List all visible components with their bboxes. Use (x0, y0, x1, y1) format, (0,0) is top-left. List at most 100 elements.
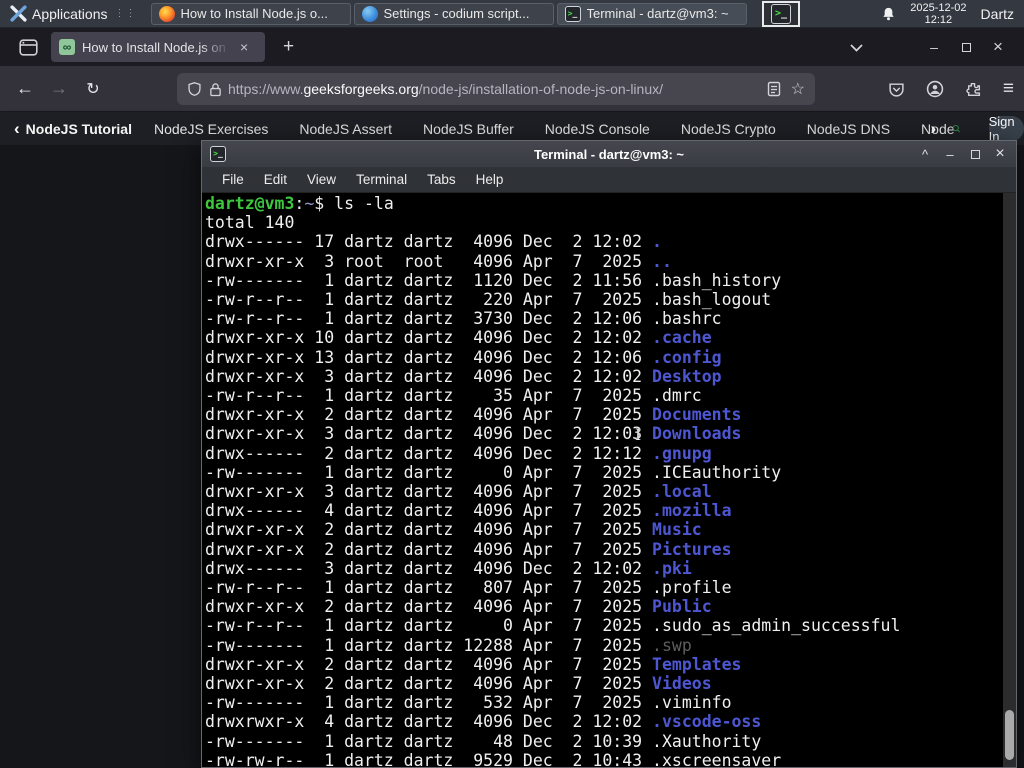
ls-row: drwx------ 2 dartz dartz 4096 Dec 2 12:1… (205, 443, 712, 463)
ls-filename: Documents (652, 405, 742, 425)
prompt-cwd: ~ (304, 194, 315, 213)
codium-icon (361, 5, 378, 22)
ls-filename: .viminfo (652, 693, 732, 713)
ls-row: drwxr-xr-x 2 dartz dartz 4096 Apr 7 2025… (205, 597, 712, 617)
firefox-icon (158, 5, 175, 22)
terminal-output[interactable]: dartz@vm3:~$ ls -la total 140 drwx------… (202, 193, 1016, 767)
tracking-shield-icon[interactable] (187, 81, 202, 97)
url-text: https://www.geeksforgeeks.org/node-js/in… (228, 81, 663, 97)
terminal-icon: >_ (564, 5, 581, 22)
clock-date: 2025-12-02 (910, 1, 967, 14)
ls-filename: .mozilla (652, 501, 732, 521)
maximize-button[interactable] (950, 39, 982, 55)
menu-help[interactable]: Help (466, 172, 514, 187)
ls-filename: Public (652, 597, 712, 617)
close-button[interactable]: × (992, 145, 1008, 163)
minimize-button[interactable]: – (918, 39, 950, 55)
ls-row: drwxr-xr-x 3 dartz dartz 4096 Dec 2 12:0… (205, 366, 722, 386)
reader-view-icon[interactable] (767, 81, 781, 97)
ls-row: drwxr-xr-x 3 dartz dartz 4096 Apr 7 2025… (205, 482, 712, 502)
clock[interactable]: 2025-12-02 12:12 (910, 2, 966, 26)
account-icon[interactable] (926, 80, 944, 98)
ls-filename: .bash_logout (652, 290, 772, 310)
nav-link-nodejs-buffer[interactable]: NodeJS Buffer (423, 121, 514, 137)
forward-button[interactable]: → (42, 78, 76, 99)
ls-filename: .pki (652, 558, 692, 578)
nav-link-node[interactable]: Node (921, 121, 954, 137)
close-button[interactable]: × (982, 37, 1014, 57)
search-icon[interactable] (952, 119, 961, 138)
firefox-view-icon[interactable] (16, 36, 41, 59)
nav-link-nodejs-crypto[interactable]: NodeJS Crypto (681, 121, 776, 137)
nav-link-active[interactable]: NodeJS Tutorial (26, 121, 132, 137)
tray-terminal-launcher[interactable]: >_ (762, 1, 800, 27)
total-line: total 140 (205, 213, 295, 233)
terminal-scrollbar[interactable] (1003, 193, 1016, 767)
menu-file[interactable]: File (212, 172, 254, 187)
xubuntu-logo-icon (10, 5, 27, 22)
menu-tabs[interactable]: Tabs (417, 172, 466, 187)
extensions-puzzle-icon[interactable] (965, 81, 982, 98)
ls-row: -rw------- 1 dartz dartz 48 Dec 2 10:39 … (205, 731, 762, 751)
prompt-line: dartz@vm3:~$ ls -la (205, 194, 394, 213)
ls-row: drwxrwxr-x 4 dartz dartz 4096 Dec 2 12:0… (205, 712, 762, 732)
terminal-window-controls: ^ – × (917, 145, 1008, 163)
window-button-terminal[interactable]: >_ Terminal - dartz@vm3: ~ (556, 2, 747, 25)
new-tab-button[interactable]: + (277, 36, 300, 58)
scroll-left-chevron-icon[interactable]: ‹ (14, 119, 20, 139)
terminal-window: >_ Terminal - dartz@vm3: ~ ^ – × File Edi… (201, 140, 1017, 768)
ls-row: -rw-r--r-- 1 dartz dartz 35 Apr 7 2025 .… (205, 386, 702, 406)
terminal-scrollbar-thumb[interactable] (1005, 710, 1014, 760)
menu-terminal[interactable]: Terminal (346, 172, 417, 187)
window-button-title: Settings - codium script... (383, 6, 530, 21)
nav-link-nodejs-exercises[interactable]: NodeJS Exercises (154, 121, 268, 137)
ls-row: drwxr-xr-x 2 dartz dartz 4096 Apr 7 2025… (205, 405, 742, 425)
nav-link-nodejs-assert[interactable]: NodeJS Assert (299, 121, 392, 137)
maximize-button[interactable] (967, 147, 983, 162)
sign-in-button[interactable]: Sign In (988, 114, 1024, 144)
applications-menu-button[interactable]: Applications ⋮⋮ (6, 2, 141, 26)
applications-label: Applications (32, 5, 108, 22)
ls-row: drwxr-xr-x 2 dartz dartz 4096 Apr 7 2025… (205, 520, 702, 540)
tab-close-icon[interactable]: × (237, 39, 251, 55)
lock-icon[interactable] (209, 82, 222, 97)
panel-grip-icon: ⋮⋮ (114, 8, 137, 19)
ls-row: drwxr-xr-x 2 dartz dartz 4096 Apr 7 2025… (205, 654, 742, 674)
menu-view[interactable]: View (297, 172, 346, 187)
mouse-text-cursor: I (634, 425, 642, 444)
window-button-firefox[interactable]: How to Install Node.js o... (150, 2, 351, 25)
scroll-right-chevron-icon[interactable]: › (931, 119, 937, 139)
shade-button[interactable]: ^ (917, 147, 933, 162)
nav-link-list: NodeJS Exercises NodeJS Assert NodeJS Buff… (154, 121, 955, 137)
menu-edit[interactable]: Edit (254, 172, 297, 187)
bookmark-star-icon[interactable]: ☆ (791, 79, 805, 99)
reload-button[interactable]: ↻ (76, 79, 110, 99)
window-button-codium[interactable]: Settings - codium script... (353, 2, 554, 25)
ls-filename: Pictures (652, 539, 732, 559)
ls-filename: .dmrc (652, 386, 702, 406)
ls-row: drwxr-xr-x 3 root root 4096 Apr 7 2025 .… (205, 251, 672, 271)
ls-filename: .profile (652, 578, 732, 598)
prompt-user-host: dartz@vm3 (205, 194, 295, 213)
notification-bell-icon[interactable] (881, 6, 896, 22)
url-bar[interactable]: https://www.geeksforgeeks.org/node-js/in… (177, 73, 815, 105)
ls-filename: .local (652, 482, 712, 502)
ls-row: drwxr-xr-x 13 dartz dartz 4096 Dec 2 12:… (205, 347, 722, 367)
pocket-icon[interactable] (888, 81, 905, 98)
menu-hamburger-icon[interactable]: ≡ (1003, 78, 1014, 100)
ls-output: drwx------ 17 dartz dartz 4096 Dec 2 12:… (205, 232, 1000, 767)
ls-row: -rw-r--r-- 1 dartz dartz 807 Apr 7 2025 … (205, 578, 732, 598)
back-button[interactable]: ← (8, 78, 42, 99)
nav-link-nodejs-dns[interactable]: NodeJS DNS (807, 121, 890, 137)
terminal-title-bar[interactable]: >_ Terminal - dartz@vm3: ~ ^ – × (202, 141, 1016, 167)
ls-filename: . (652, 232, 662, 252)
nav-link-nodejs-console[interactable]: NodeJS Console (545, 121, 650, 137)
ls-filename: .bash_history (652, 270, 782, 290)
user-menu[interactable]: Dartz (981, 6, 1014, 22)
browser-tab-active[interactable]: ∞ How to Install Node.js on × (51, 32, 265, 62)
list-all-tabs-chevron-icon[interactable] (840, 39, 872, 55)
ls-row: drwxr-xr-x 10 dartz dartz 4096 Dec 2 12:… (205, 328, 712, 348)
minimize-button[interactable]: – (942, 147, 958, 162)
ls-filename: .cache (652, 328, 712, 348)
ls-row: -rw-rw-r-- 1 dartz dartz 9529 Dec 2 10:4… (205, 751, 1000, 767)
